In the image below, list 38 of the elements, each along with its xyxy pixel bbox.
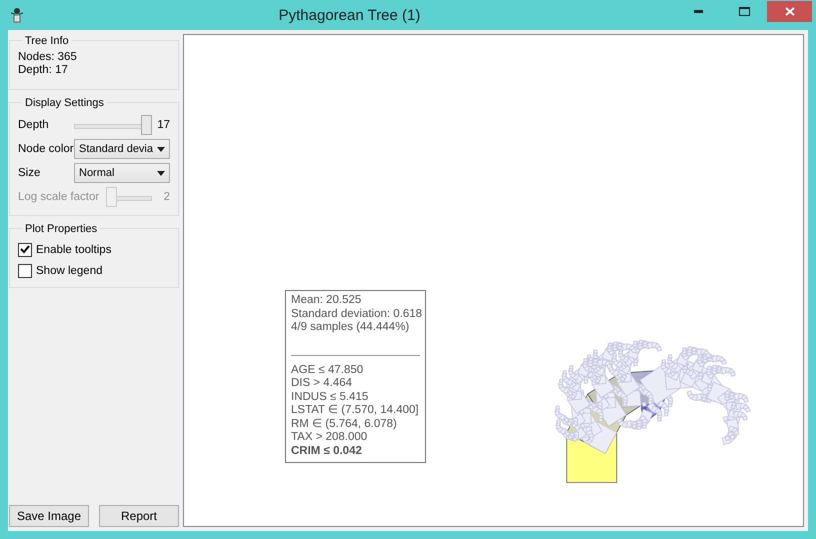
tooltip-rule: TAX > 208.000 (291, 431, 368, 444)
dropdown[interactable]: Standard devia (74, 139, 170, 159)
group-title: Tree Info (22, 35, 72, 47)
group-title: Plot Properties (22, 223, 100, 235)
checkmark-icon (20, 245, 30, 254)
tooltip-rule: RM ∈ (5.764, 6.078) (291, 418, 398, 431)
tooltip-rule: LSTAT ∈ (7.570, 14.400] (291, 404, 420, 418)
tooltip-text: Standard deviation: 0.618 (291, 308, 420, 321)
app-icon (10, 7, 24, 23)
tooltip-rule: DIS > 4.464 (291, 377, 354, 390)
window-title: Pythagorean Tree (1) (278, 6, 422, 24)
tooltip-rule: INDUS ≤ 5.415 (291, 390, 370, 404)
action-button[interactable]: Save Image (9, 505, 89, 527)
dropdown[interactable]: Normal (74, 163, 170, 183)
group-title: Display Settings (22, 97, 107, 109)
combo-label: Size (18, 167, 42, 179)
info-text: Depth: 17 (18, 64, 69, 77)
slider[interactable] (106, 187, 152, 207)
caret-icon (157, 170, 165, 176)
minimize-icon (694, 10, 702, 12)
tooltip-rule: CRIM ≤ 0.042 (291, 444, 363, 458)
tooltip-text: 4/9 samples (44.444%) (291, 321, 410, 334)
tooltip-rule: AGE ≤ 47.850 (291, 364, 364, 377)
info-text: Nodes: 365 (18, 51, 78, 64)
slider-label: Log scale factor (18, 191, 100, 203)
maximize-icon (738, 6, 750, 16)
caret-icon (157, 146, 165, 152)
checkbox[interactable]: Show legend (18, 260, 170, 281)
slider[interactable] (74, 115, 152, 135)
slider-thumb[interactable] (141, 115, 152, 135)
checkbox[interactable]: Enable tooltips (18, 239, 170, 260)
close-button[interactable] (767, 0, 812, 22)
slider-value: 17 (156, 119, 170, 131)
tooltip-text: Mean: 20.525 (291, 294, 362, 308)
slider-value: 2 (162, 191, 170, 203)
action-button[interactable]: Report (99, 505, 179, 527)
slider-label: Depth (18, 119, 50, 131)
close-icon (784, 6, 794, 16)
